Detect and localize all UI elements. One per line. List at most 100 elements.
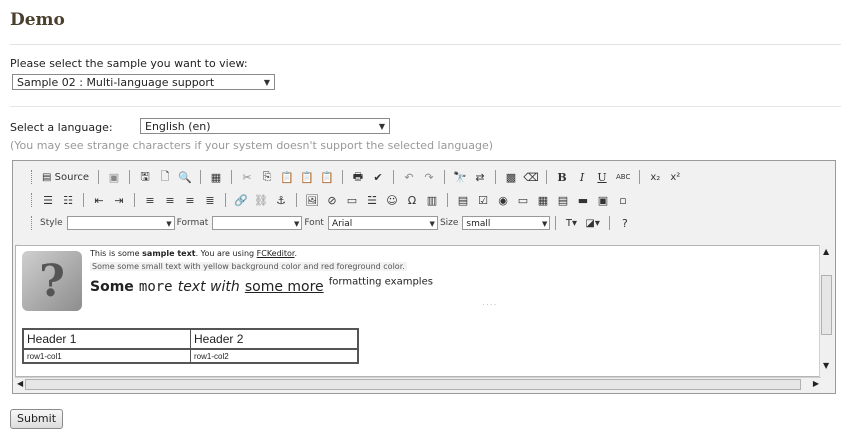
image-icon[interactable]: 🖼 (304, 192, 320, 208)
format-combo[interactable]: ▼ (212, 216, 303, 230)
radio-icon[interactable]: ◉ (495, 192, 511, 208)
strikethrough-button[interactable]: ABC (614, 169, 632, 185)
save-icon[interactable]: 🖫 (137, 169, 153, 185)
horizontal-scrollbar[interactable]: ◀ ▶ (15, 377, 821, 391)
toolbar-separator (83, 193, 84, 207)
image-button-icon[interactable]: ▣ (595, 192, 611, 208)
toolbar-separator (129, 170, 130, 184)
page-break-icon[interactable]: ▥ (424, 192, 440, 208)
spellcheck-icon[interactable]: ✔ (370, 169, 386, 185)
toolbar-grip (31, 170, 34, 184)
subscript-button[interactable]: x₂ (647, 169, 663, 185)
ordered-list-icon[interactable]: ☰ (40, 192, 56, 208)
paste-icon[interactable]: 📋 (279, 169, 295, 185)
help-icon[interactable]: ? (617, 215, 633, 231)
bold-text: Some (90, 279, 134, 295)
language-hint: (You may see strange characters if your … (10, 139, 494, 152)
horizontal-scroll-thumb[interactable] (25, 379, 801, 390)
horizontal-rule-icon[interactable]: ☱ (364, 192, 380, 208)
sample-prompt: Please select the sample you want to vie… (10, 57, 248, 70)
style-combo[interactable]: ▼ (66, 216, 175, 230)
document-properties-icon[interactable]: ▣ (106, 169, 122, 185)
text-span: . You are using (195, 249, 257, 258)
indent-icon[interactable]: ⇥ (111, 192, 127, 208)
toolbar-separator (231, 170, 232, 184)
style-label: Style (40, 218, 63, 228)
textfield-icon[interactable]: ▭ (515, 192, 531, 208)
find-icon[interactable]: 🔭 (452, 169, 468, 185)
unordered-list-icon[interactable]: ☷ (60, 192, 76, 208)
align-center-icon[interactable]: ≡ (162, 192, 178, 208)
toolbar-separator (546, 170, 547, 184)
copy-icon[interactable]: ⎘ (259, 169, 275, 185)
undo-icon[interactable]: ↶ (401, 169, 417, 185)
toolbar-separator (495, 170, 496, 184)
paste-text-icon[interactable]: 📋 (299, 169, 315, 185)
source-label: Source (54, 171, 89, 183)
templates-icon[interactable]: ▦ (208, 169, 224, 185)
language-select[interactable]: English (en) ▼ (140, 118, 390, 134)
justify-icon[interactable]: ≣ (202, 192, 218, 208)
scroll-down-icon[interactable]: ▼ (823, 361, 829, 370)
title-divider (10, 44, 841, 45)
textarea-icon[interactable]: ▦ (535, 192, 551, 208)
toolbar-row-2: ☰ ☷ ⇤ ⇥ ≡ ≡ ≡ ≣ 🔗 ⛓ ⚓ 🖼 ⊘ ▭ ☱ ☺ Ω ▥ ▤ ☑ … (31, 190, 633, 210)
align-left-icon[interactable]: ≡ (142, 192, 158, 208)
background-color-button[interactable]: ◪▾ (583, 215, 601, 231)
button-field-icon[interactable]: ▬ (575, 192, 591, 208)
fckeditor-link[interactable]: FCKeditor (257, 249, 295, 258)
replace-icon[interactable]: ⇄ (472, 169, 488, 185)
underline-button[interactable]: U (594, 169, 610, 185)
bold-button[interactable]: B (554, 169, 570, 185)
scroll-right-icon[interactable]: ▶ (813, 379, 819, 388)
font-combo[interactable]: Arial ▼ (327, 216, 438, 230)
table-header-cell: Header 2 (190, 328, 359, 350)
table-icon[interactable]: ▭ (344, 192, 360, 208)
rich-text-editor: ▤ Source ▣ 🖫 🗋 🔍 ▦ ✂ ⎘ 📋 📋 📋 🖶 ✔ ↶ ↷ 🔭 ⇄ (12, 160, 836, 394)
redo-icon[interactable]: ↷ (421, 169, 437, 185)
select-all-icon[interactable]: ▩ (503, 169, 519, 185)
editor-toolbar: ▤ Source ▣ 🖫 🗋 🔍 ▦ ✂ ⎘ 📋 📋 📋 🖶 ✔ ↶ ↷ 🔭 ⇄ (13, 161, 835, 253)
select-field-icon[interactable]: ▤ (555, 192, 571, 208)
table-header-cell: Header 1 (22, 328, 191, 350)
paste-word-icon[interactable]: 📋 (319, 169, 335, 185)
flash-icon[interactable]: ⊘ (324, 192, 340, 208)
anchor-icon[interactable]: ⚓ (273, 192, 289, 208)
section-divider (10, 106, 841, 107)
toolbar-separator (608, 216, 610, 230)
smiley-icon[interactable]: ☺ (384, 192, 400, 208)
scroll-up-icon[interactable]: ▲ (823, 247, 829, 256)
checkbox-icon[interactable]: ☑ (475, 192, 491, 208)
text-span: . (294, 249, 298, 258)
source-button[interactable]: ▤ Source (40, 169, 91, 185)
editor-content-area[interactable]: ? This is some sample text. You are usin… (15, 245, 821, 377)
italic-button[interactable]: I (574, 169, 590, 185)
unlink-icon[interactable]: ⛓ (253, 192, 269, 208)
cut-icon[interactable]: ✂ (239, 169, 255, 185)
special-char-icon[interactable]: Ω (404, 192, 420, 208)
text-color-button[interactable]: T▾ (563, 215, 579, 231)
preview-icon[interactable]: 🔍 (177, 169, 193, 185)
sample-select[interactable]: Sample 02 : Multi-language support ▼ (12, 74, 275, 90)
content-table: Header 1 Header 2 row1-col1 row1-col2 (22, 328, 359, 364)
scroll-left-icon[interactable]: ◀ (17, 379, 23, 388)
toolbar-separator (225, 193, 226, 207)
new-page-icon[interactable]: 🗋 (157, 169, 173, 185)
align-right-icon[interactable]: ≡ (182, 192, 198, 208)
toolbar-row-3: Style ▼ Format ▼ Font Arial ▼ Size small ▼… (31, 213, 635, 233)
monospace-text: more (138, 279, 173, 295)
outdent-icon[interactable]: ⇤ (91, 192, 107, 208)
vertical-scroll-thumb[interactable] (821, 275, 832, 335)
print-icon[interactable]: 🖶 (350, 169, 366, 185)
toolbar-grip (31, 216, 34, 230)
vertical-scrollbar[interactable]: ▲ ▼ (819, 245, 834, 377)
submit-button[interactable]: Submit (10, 409, 64, 429)
form-icon[interactable]: ▤ (455, 192, 471, 208)
toolbar-separator (639, 170, 641, 184)
size-combo[interactable]: small ▼ (462, 216, 551, 230)
superscript-button[interactable]: x² (667, 169, 683, 185)
remove-format-icon[interactable]: ⌫ (523, 169, 539, 185)
link-icon[interactable]: 🔗 (233, 192, 249, 208)
hidden-field-icon[interactable]: ▫ (615, 192, 631, 208)
toolbar-separator (444, 170, 445, 184)
